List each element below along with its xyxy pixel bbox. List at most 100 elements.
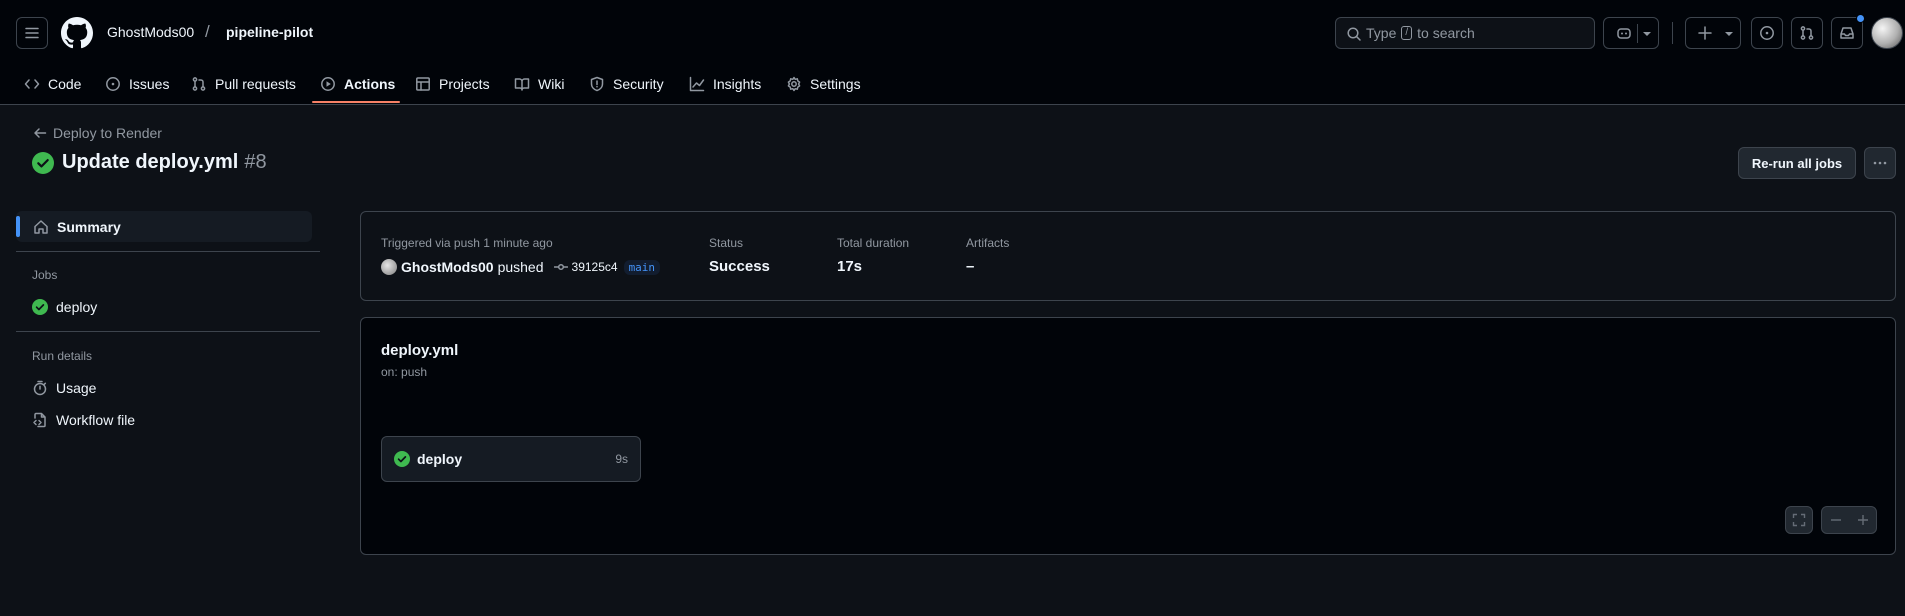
back-to-workflow-link[interactable]: Deploy to Render <box>33 125 162 141</box>
sidebar-workflow-file-label: Workflow file <box>56 412 136 428</box>
trigger-info: GhostMods00 pushed 39125c4 main <box>381 259 661 275</box>
code-icon <box>24 78 40 89</box>
artifacts-value: – <box>966 258 975 275</box>
git-pull-request-icon <box>192 76 206 91</box>
check-circle-fill-icon <box>394 451 410 467</box>
sidebar-job-label: deploy <box>56 299 98 315</box>
header-divider <box>1672 22 1673 44</box>
copilot-icon <box>1617 28 1631 39</box>
tab-security-label: Security <box>613 75 664 92</box>
tab-insights[interactable]: Insights <box>689 62 761 105</box>
repo-name-link[interactable]: pipeline-pilot <box>226 24 313 40</box>
check-circle-fill-icon <box>32 299 48 315</box>
status-value: Success <box>709 258 770 275</box>
artifacts-label: Artifacts <box>966 236 1010 250</box>
zoom-controls <box>1821 506 1877 534</box>
inbox-icon <box>1840 27 1854 39</box>
run-title-text: Update deploy.yml <box>62 151 239 173</box>
search-placeholder-pre: Type <box>1366 25 1397 41</box>
gear-icon <box>787 76 801 91</box>
active-tab-indicator <box>312 101 400 103</box>
branch-label[interactable]: main <box>623 259 661 275</box>
menu-button[interactable] <box>16 17 48 49</box>
tab-wiki[interactable]: Wiki <box>514 62 564 105</box>
actor-link[interactable]: GhostMods00 <box>401 259 494 275</box>
app-header: GhostMods00 / pipeline-pilot Type / to s… <box>0 0 1905 105</box>
play-icon <box>321 76 335 91</box>
hamburger-icon <box>25 27 39 39</box>
git-pull-request-icon <box>1800 26 1814 40</box>
tab-security[interactable]: Security <box>589 62 664 105</box>
git-commit-icon <box>553 263 568 271</box>
run-summary-panel: Triggered via push 1 minute ago GhostMod… <box>360 211 1896 301</box>
tab-actions[interactable]: Actions <box>320 62 395 105</box>
page-title: Update deploy.yml #8 <box>32 151 267 174</box>
issue-opened-icon <box>106 76 120 91</box>
job-duration: 9s <box>615 452 628 466</box>
stopwatch-icon <box>33 380 47 396</box>
search-shortcut-key: / <box>1401 26 1413 40</box>
screen-full-icon <box>1792 513 1806 527</box>
tab-pull-requests[interactable]: Pull requests <box>191 62 296 105</box>
tab-projects[interactable]: Projects <box>415 62 490 105</box>
home-icon <box>34 219 48 234</box>
repo-nav: Code Issues Pull requests Actions Projec… <box>0 62 1905 105</box>
chevron-down-icon[interactable] <box>1642 30 1652 38</box>
kebab-horizontal-icon <box>1873 161 1887 165</box>
sidebar-item-workflow-file[interactable]: Workflow file <box>32 412 135 428</box>
rerun-all-jobs-button[interactable]: Re-run all jobs <box>1738 147 1856 179</box>
tab-issues[interactable]: Issues <box>105 62 169 105</box>
tab-wiki-label: Wiki <box>538 75 565 92</box>
tab-settings-label: Settings <box>810 75 861 92</box>
run-number: #8 <box>244 151 267 173</box>
triggered-label: Triggered via push 1 minute ago <box>381 236 553 250</box>
back-link-label: Deploy to Render <box>53 125 162 141</box>
duration-label: Total duration <box>837 236 910 250</box>
search-placeholder-post: to search <box>1417 25 1475 41</box>
tab-issues-label: Issues <box>129 75 170 92</box>
sidebar-summary-label: Summary <box>57 218 121 235</box>
chevron-down-icon <box>1725 32 1733 36</box>
search-input[interactable]: Type / to search <box>1335 17 1595 49</box>
inbox-button[interactable] <box>1831 14 1865 49</box>
trigger-action: pushed <box>497 259 544 275</box>
actor-avatar[interactable] <box>381 259 397 275</box>
book-icon <box>514 77 530 91</box>
sidebar-item-summary[interactable]: Summary <box>16 211 312 242</box>
issues-button[interactable] <box>1751 17 1783 49</box>
tab-code-label: Code <box>48 75 82 92</box>
repo-owner-link[interactable]: GhostMods00 <box>107 24 194 40</box>
tab-code[interactable]: Code <box>24 62 81 105</box>
sidebar-heading-jobs: Jobs <box>32 268 58 282</box>
graph-icon <box>689 76 705 91</box>
job-card-deploy[interactable]: deploy 9s <box>381 436 641 482</box>
tab-pull-requests-label: Pull requests <box>215 75 296 92</box>
sidebar-divider <box>16 251 320 252</box>
more-options-button[interactable] <box>1864 147 1896 179</box>
sidebar-usage-label: Usage <box>56 380 97 396</box>
tab-settings[interactable]: Settings <box>786 62 861 105</box>
plus-icon <box>1698 26 1712 40</box>
workflow-graph: deploy.yml on: push deploy 9s <box>360 317 1896 555</box>
fullscreen-button[interactable] <box>1785 506 1813 534</box>
tab-insights-label: Insights <box>713 75 762 92</box>
sidebar-item-usage[interactable]: Usage <box>32 380 96 396</box>
duration-value: 17s <box>837 258 863 275</box>
user-avatar[interactable] <box>1871 17 1903 49</box>
zoom-out-icon[interactable] <box>1830 514 1842 526</box>
tab-actions-label: Actions <box>344 75 396 92</box>
workflow-file-name: deploy.yml <box>381 342 459 359</box>
create-new-button[interactable] <box>1685 17 1741 49</box>
path-separator: / <box>205 22 210 41</box>
check-circle-fill-icon <box>32 151 54 174</box>
tab-projects-label: Projects <box>439 75 490 92</box>
arrow-left-icon <box>34 128 47 138</box>
pull-requests-button[interactable] <box>1791 17 1823 49</box>
commit-sha-link[interactable]: 39125c4 <box>572 260 618 274</box>
github-logo-icon[interactable] <box>61 17 93 49</box>
search-icon <box>1347 27 1361 41</box>
table-icon <box>416 76 430 91</box>
copilot-button[interactable] <box>1603 17 1659 49</box>
zoom-in-icon[interactable] <box>1857 514 1869 526</box>
sidebar-item-deploy-job[interactable]: deploy <box>32 299 97 315</box>
